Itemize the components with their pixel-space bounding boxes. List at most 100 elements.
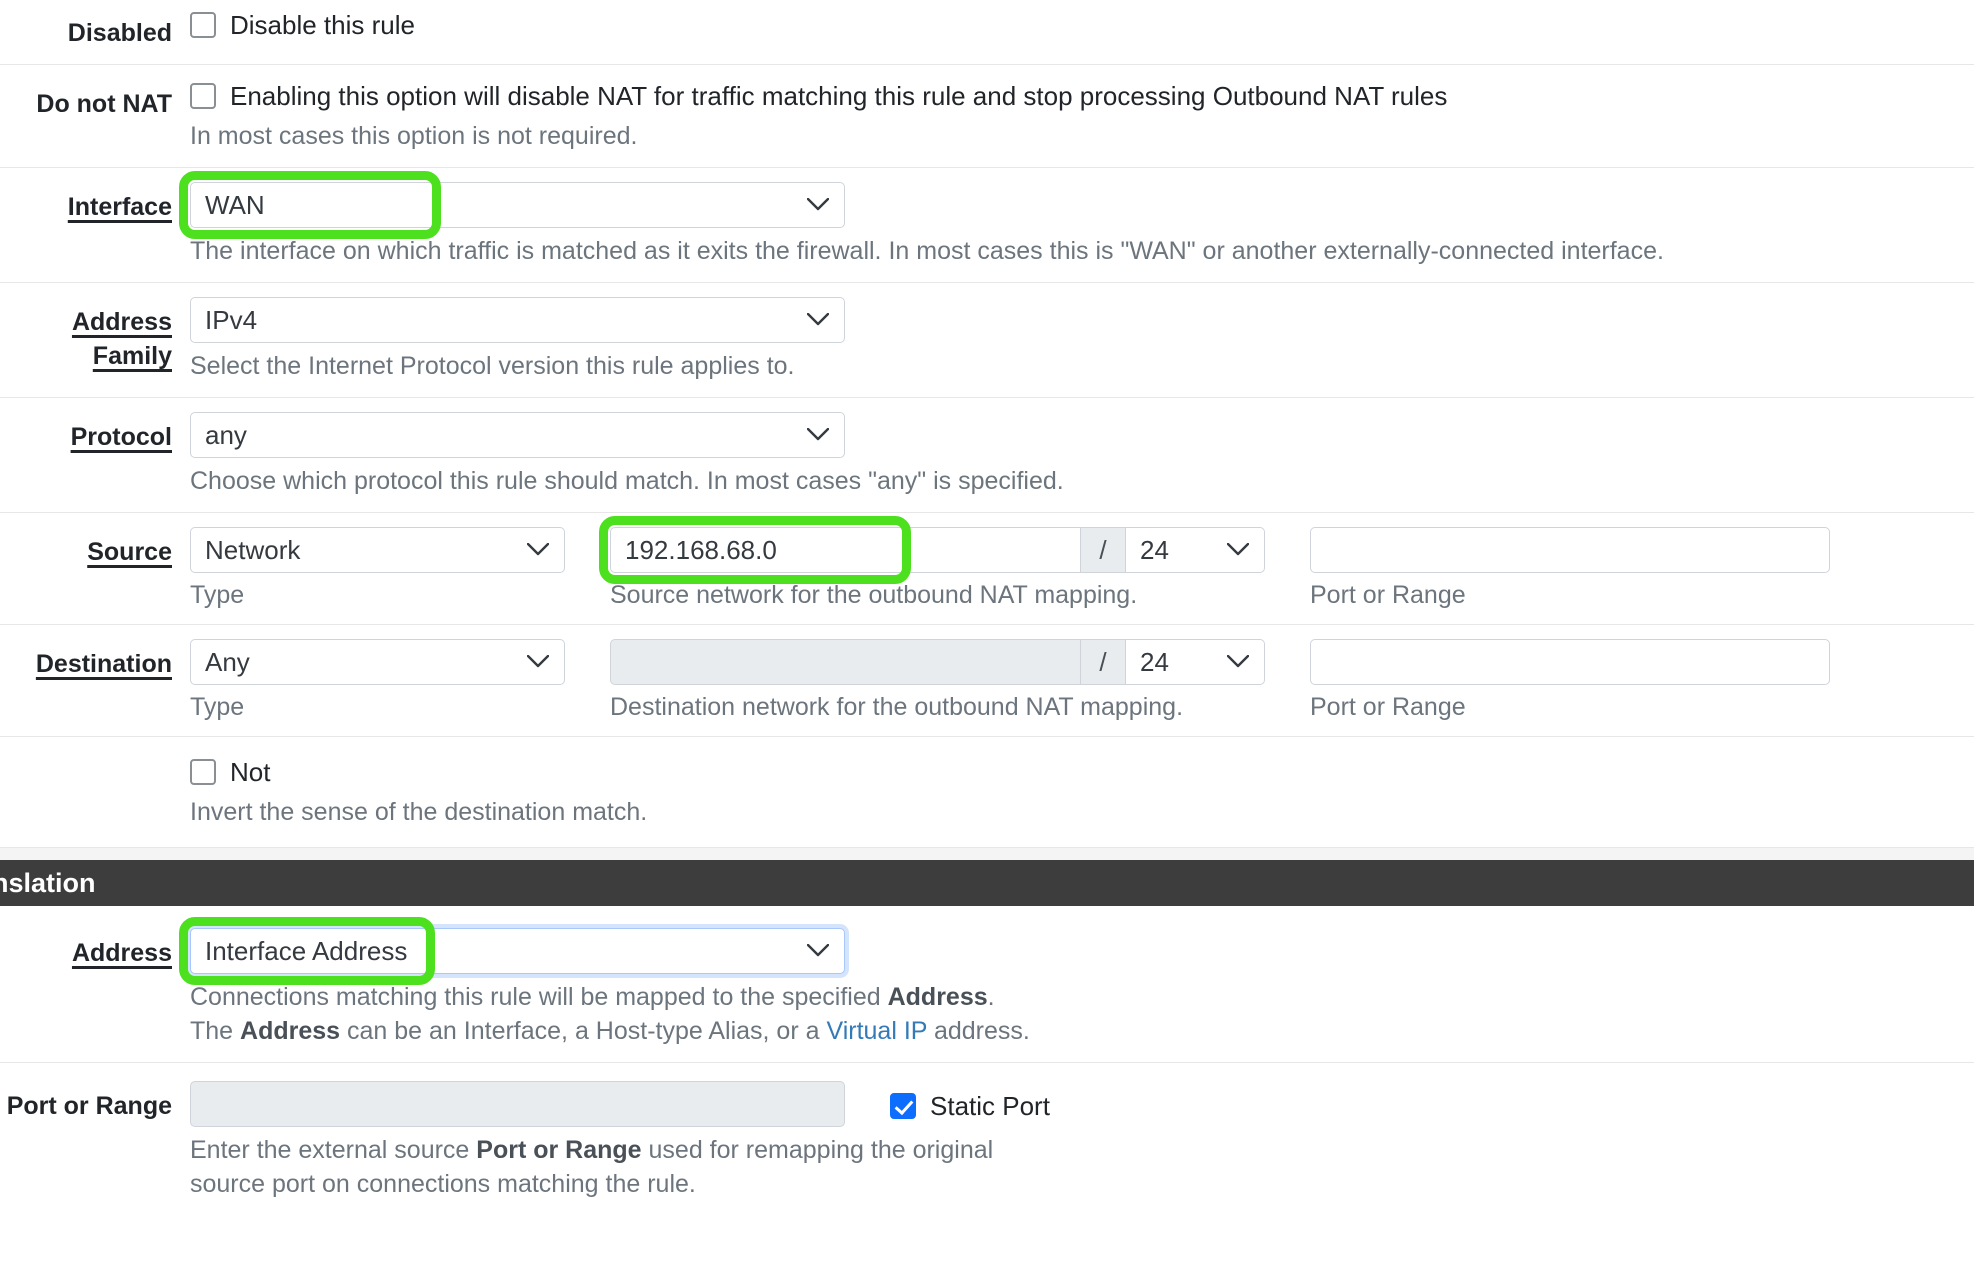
fields-protocol: any Choose which protocol this rule shou…	[190, 412, 1974, 498]
translation-address-help-2b: Address	[240, 1017, 341, 1045]
fields-destination: Any Type / 24 Destination network for th…	[190, 639, 1974, 722]
row-interface: Interface WAN The interface on which tra…	[0, 168, 1974, 283]
destination-type-select[interactable]: Any	[190, 639, 565, 685]
fields-interface: WAN The interface on which traffic is ma…	[190, 182, 1974, 268]
fields-not: Not Invert the sense of the destination …	[190, 755, 1974, 829]
outbound-nat-rule-form: Disabled Disable this rule Do not NAT En…	[0, 0, 1974, 1215]
destination-type-select-wrap[interactable]: Any	[190, 639, 565, 685]
translation-address-help-1c: .	[987, 983, 995, 1011]
disable-rule-checkbox-line[interactable]: Disable this rule	[190, 8, 1974, 42]
fields-do-not-nat: Enabling this option will disable NAT fo…	[190, 79, 1974, 153]
label-source[interactable]: Source	[0, 527, 190, 569]
fields-translation-address: Interface Address Connections matching t…	[190, 928, 1974, 1048]
interface-help: The interface on which traffic is matche…	[190, 237, 1664, 265]
not-help: Invert the sense of the destination matc…	[190, 798, 648, 826]
protocol-select[interactable]: any	[190, 412, 845, 458]
destination-port-caption: Port or Range	[1310, 693, 1466, 721]
source-cidr-select[interactable]: 24	[1125, 527, 1265, 573]
source-cidr-select-wrap[interactable]: 24	[1125, 527, 1265, 573]
translation-port-help-1c: used for remapping the original	[641, 1136, 994, 1164]
do-not-nat-checkbox[interactable]	[190, 83, 216, 109]
label-address-family[interactable]: Address Family	[0, 297, 190, 373]
do-not-nat-checkbox-line[interactable]: Enabling this option will disable NAT fo…	[190, 79, 1974, 113]
destination-cidr-select-wrap[interactable]: 24	[1125, 639, 1265, 685]
source-type-col: Network Type	[190, 527, 565, 610]
source-type-select[interactable]: Network	[190, 527, 565, 573]
row-protocol: Protocol any Choose which protocol this …	[0, 398, 1974, 513]
translation-address-help-2a: The	[190, 1017, 241, 1045]
row-not: Not Invert the sense of the destination …	[0, 737, 1974, 848]
destination-cidr-select[interactable]: 24	[1125, 639, 1265, 685]
translation-address-help-2c: can be an Interface, a Host-type Alias, …	[340, 1017, 827, 1045]
translation-port-input	[190, 1081, 845, 1127]
source-network-group: 192.168.68.0 / 24	[610, 527, 1265, 573]
destination-slash: /	[1081, 639, 1125, 685]
label-disabled: Disabled	[67, 19, 172, 47]
source-port-col: Port or Range	[1310, 527, 1830, 610]
label-protocol[interactable]: Protocol	[0, 412, 190, 454]
protocol-select-wrap[interactable]: any	[190, 412, 845, 458]
address-family-help: Select the Internet Protocol version thi…	[190, 352, 795, 380]
do-not-nat-help: In most cases this option is not require…	[190, 122, 638, 150]
interface-select[interactable]: WAN	[190, 182, 845, 228]
row-translation-address: Address Interface Address Connections ma…	[0, 906, 1974, 1063]
not-label: Not	[230, 757, 271, 787]
destination-type-col: Any Type	[190, 639, 565, 722]
source-network-caption: Source network for the outbound NAT mapp…	[610, 581, 1138, 609]
row-source: Source Network Type 192.168.68.0 / 24 So…	[0, 513, 1974, 625]
label-translation-address[interactable]: Address	[0, 928, 190, 970]
protocol-help: Choose which protocol this rule should m…	[190, 467, 1064, 495]
row-address-family: Address Family IPv4 Select the Internet …	[0, 283, 1974, 398]
translation-address-help-2d: address.	[927, 1017, 1030, 1045]
label-destination[interactable]: Destination	[0, 639, 190, 681]
source-port-caption: Port or Range	[1310, 581, 1466, 609]
row-do-not-nat: Do not NAT Enabling this option will dis…	[0, 65, 1974, 168]
label-translation-port: Port or Range	[6, 1092, 172, 1120]
destination-network-caption: Destination network for the outbound NAT…	[610, 693, 1184, 721]
translation-section-header: nslation	[0, 860, 1974, 906]
not-checkbox-line[interactable]: Not	[190, 755, 1974, 789]
destination-controls: Any Type / 24 Destination network for th…	[190, 639, 1974, 722]
translation-port-help-line1: Enter the external source Port or Range …	[190, 1133, 1974, 1167]
not-checkbox[interactable]	[190, 759, 216, 785]
translation-port-help-1a: Enter the external source	[190, 1136, 477, 1164]
row-translation-port: Port or Range Static Port Enter the exte…	[0, 1063, 1974, 1215]
static-port-checkbox-line[interactable]: Static Port	[890, 1089, 1050, 1123]
source-type-caption: Type	[190, 581, 245, 609]
disable-rule-checkbox[interactable]	[190, 12, 216, 38]
source-type-select-wrap[interactable]: Network	[190, 527, 565, 573]
interface-select-wrap[interactable]: WAN	[190, 182, 845, 228]
label-do-not-nat: Do not NAT	[36, 90, 172, 118]
row-destination: Destination Any Type / 24 Destination ne…	[0, 625, 1974, 737]
label-interface[interactable]: Interface	[0, 182, 190, 224]
virtual-ip-link[interactable]: Virtual IP	[826, 1017, 927, 1045]
fields-source: Network Type 192.168.68.0 / 24 Source ne…	[190, 527, 1974, 610]
source-slash: /	[1081, 527, 1125, 573]
address-family-select-wrap[interactable]: IPv4	[190, 297, 845, 343]
translation-address-select-wrap[interactable]: Interface Address	[190, 928, 845, 974]
source-network-col: 192.168.68.0 / 24 Source network for the…	[610, 527, 1265, 610]
translation-address-select[interactable]: Interface Address	[190, 928, 845, 974]
static-port-label: Static Port	[930, 1091, 1050, 1121]
destination-port-input[interactable]	[1310, 639, 1830, 685]
destination-network-group: / 24	[610, 639, 1265, 685]
translation-address-help-line1: Connections matching this rule will be m…	[190, 980, 1974, 1014]
fields-address-family: IPv4 Select the Internet Protocol versio…	[190, 297, 1974, 383]
do-not-nat-label: Enabling this option will disable NAT fo…	[230, 81, 1448, 111]
destination-type-caption: Type	[190, 693, 245, 721]
static-port-checkbox[interactable]	[890, 1093, 916, 1119]
translation-port-help-1b: Port or Range	[476, 1136, 642, 1164]
destination-network-col: / 24 Destination network for the outboun…	[610, 639, 1265, 722]
fields-disabled: Disable this rule	[190, 8, 1974, 42]
fields-translation-port: Static Port Enter the external source Po…	[190, 1081, 1974, 1201]
label-not-spacer	[0, 755, 190, 763]
destination-port-col: Port or Range	[1310, 639, 1830, 722]
source-port-input[interactable]	[1310, 527, 1830, 573]
translation-address-help-1a: Connections matching this rule will be m…	[190, 983, 888, 1011]
address-family-select[interactable]: IPv4	[190, 297, 845, 343]
row-disabled: Disabled Disable this rule	[0, 0, 1974, 65]
source-controls: Network Type 192.168.68.0 / 24 Source ne…	[190, 527, 1974, 610]
source-network-input[interactable]: 192.168.68.0	[610, 527, 1081, 573]
translation-section-title: nslation	[0, 868, 96, 898]
disable-rule-label: Disable this rule	[230, 10, 415, 40]
